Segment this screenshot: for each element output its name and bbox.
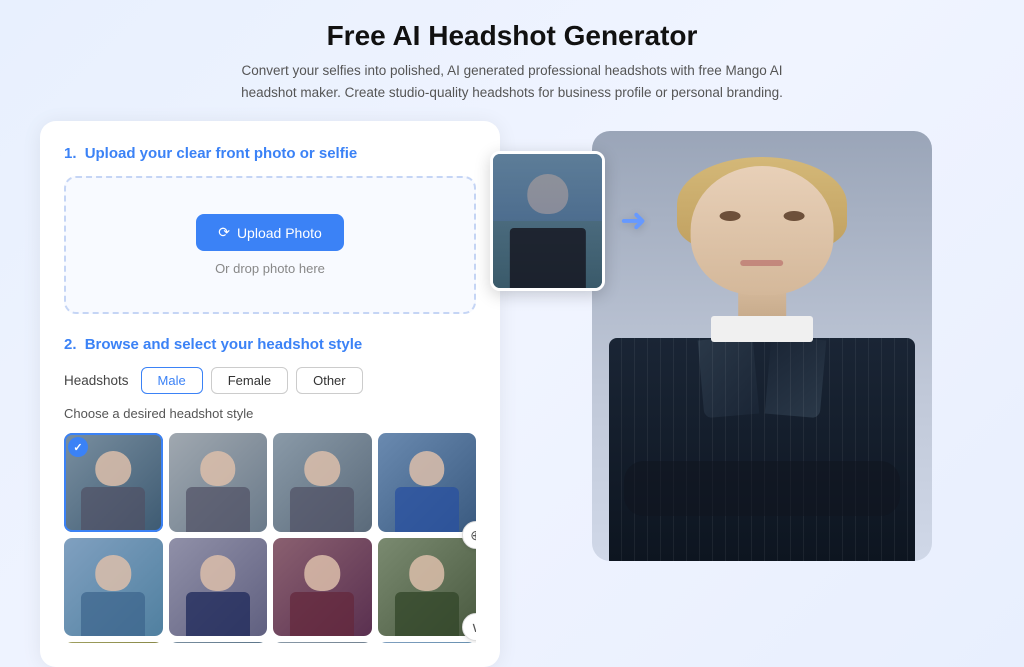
category-label: Headshots xyxy=(64,373,129,388)
style-tabs: Headshots Male Female Other xyxy=(64,367,476,394)
style-thumb-6[interactable] xyxy=(169,538,268,637)
style-thumb-7[interactable] xyxy=(273,538,372,637)
result-face xyxy=(691,166,834,295)
style-thumb-2[interactable] xyxy=(169,433,268,532)
step1-number: 1. xyxy=(64,145,77,162)
step2-label: 2. Browse and select your headshot style xyxy=(64,336,476,353)
step2-text: Browse and select your headshot style xyxy=(85,336,363,353)
step1-label: 1. Upload your clear front photo or self… xyxy=(64,145,476,162)
scroll-down-button[interactable]: ∨ xyxy=(462,613,476,641)
right-panel: ➜ xyxy=(540,121,984,621)
left-panel: 1. Upload your clear front photo or self… xyxy=(40,121,500,667)
selected-check xyxy=(68,437,88,457)
style-thumb-3[interactable] xyxy=(273,433,372,532)
style-thumb-11[interactable] xyxy=(273,642,372,643)
result-image xyxy=(592,131,932,561)
style-grid: ⊕ ∨ xyxy=(64,433,476,643)
input-photo-overlay xyxy=(490,151,605,291)
page-subtitle: Convert your selfies into polished, AI g… xyxy=(212,60,812,103)
upload-button[interactable]: ⟳ Upload Photo xyxy=(196,214,344,251)
page-header: Free AI Headshot Generator Convert your … xyxy=(212,20,812,103)
result-person xyxy=(592,131,932,561)
style-thumb-9[interactable] xyxy=(64,642,163,643)
step2-number: 2. xyxy=(64,336,77,353)
tab-female[interactable]: Female xyxy=(211,367,288,394)
upload-area: ⟳ Upload Photo Or drop photo here xyxy=(64,176,476,314)
scroll-up-icon: ⊕ xyxy=(470,527,476,544)
transform-arrow: ➜ xyxy=(620,201,647,239)
style-thumb-12[interactable] xyxy=(378,642,477,643)
result-suit xyxy=(609,338,915,562)
upload-btn-label: Upload Photo xyxy=(237,225,322,241)
style-section: 2. Browse and select your headshot style… xyxy=(64,336,476,643)
page-title: Free AI Headshot Generator xyxy=(212,20,812,52)
main-content: 1. Upload your clear front photo or self… xyxy=(40,121,984,667)
page-wrapper: Free AI Headshot Generator Convert your … xyxy=(0,0,1024,667)
style-thumb-10[interactable] xyxy=(169,642,268,643)
step1-text: Upload your clear front photo or selfie xyxy=(85,145,358,162)
upload-icon: ⟳ xyxy=(218,224,230,241)
tab-male[interactable]: Male xyxy=(141,367,203,394)
style-thumb-8[interactable] xyxy=(378,538,477,637)
scroll-down-icon: ∨ xyxy=(471,619,476,636)
style-thumb-5[interactable] xyxy=(64,538,163,637)
upload-hint: Or drop photo here xyxy=(86,261,454,276)
input-person-preview xyxy=(493,154,602,288)
tab-other[interactable]: Other xyxy=(296,367,363,394)
style-hint: Choose a desired headshot style xyxy=(64,406,476,421)
style-thumb-1[interactable] xyxy=(64,433,163,532)
style-thumb-4[interactable] xyxy=(378,433,477,532)
